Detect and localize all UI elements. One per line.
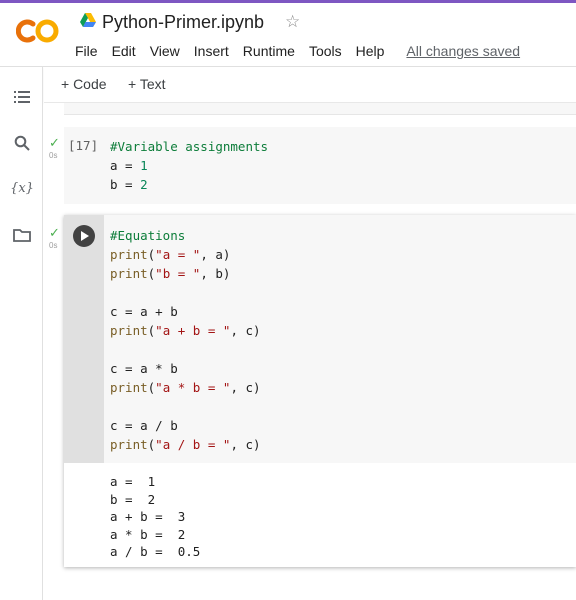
cell-duration: 0s (49, 241, 58, 250)
code-token: print (110, 247, 148, 262)
code-token: print (110, 323, 148, 338)
code-line: c = a / b (110, 416, 261, 435)
code-token: c = a + b (110, 304, 178, 319)
menu-insert[interactable]: Insert (194, 43, 236, 59)
code-token: , c) (230, 380, 261, 395)
app-header: Python-Primer.ipynb ☆ File Edit View Ins… (0, 3, 576, 67)
code-token: b = (110, 177, 141, 192)
cell-output: a = 1 b = 2 a + b = 3 a * b = 2 a / b = 0.5 (110, 473, 200, 561)
star-outline-icon[interactable]: ☆ (285, 12, 300, 32)
code-cell-focused[interactable]: #Equations print("a = ", a) print("b = ", … (64, 215, 576, 567)
code-token: #Equations (110, 228, 186, 243)
left-sidebar: {x} (0, 67, 43, 600)
check-icon: ✓ (49, 226, 60, 241)
code-line: print("a + b = ", c) (110, 321, 261, 340)
code-line: b = 2 (110, 175, 268, 194)
code-line: c = a + b (110, 302, 261, 321)
play-icon (81, 231, 89, 241)
cell-toolbar: + Code + Text (44, 67, 576, 103)
previous-cell[interactable] (64, 103, 576, 115)
code-line: print("a * b = ", c) (110, 378, 261, 397)
notebook-area: ✓ 0s [17] #Variable assignments a = 1b = … (44, 103, 576, 600)
cell-status: ✓ 0s (49, 136, 60, 160)
code-token: #Variable assignments (110, 139, 269, 154)
code-token: , a) (200, 247, 231, 262)
table-of-contents-icon[interactable] (8, 83, 36, 111)
code-token: 2 (140, 177, 148, 192)
add-text-button[interactable]: + Text (128, 76, 166, 92)
code-token: print (110, 380, 148, 395)
folder-icon[interactable] (8, 221, 36, 249)
save-status-link[interactable]: All changes saved (406, 43, 527, 59)
notebook-title[interactable]: Python-Primer.ipynb (102, 12, 264, 33)
code-line: print("a = ", a) (110, 245, 261, 264)
code-token: 1 (140, 158, 148, 173)
check-icon: ✓ (49, 136, 60, 151)
code-cell[interactable]: [17] #Variable assignments a = 1b = 2 (64, 127, 576, 204)
code-token: , c) (230, 323, 261, 338)
code-token: , b) (200, 266, 231, 281)
code-token: a = (110, 158, 141, 173)
add-code-button[interactable]: + Code (61, 76, 107, 92)
variables-icon[interactable]: {x} (8, 174, 36, 202)
code-token: "a * b = " (155, 380, 231, 395)
code-token: "b = " (155, 266, 201, 281)
google-drive-icon[interactable] (80, 13, 96, 27)
code-line: #Equations (110, 226, 261, 245)
cell-status: ✓ 0s (49, 226, 60, 250)
menu-view[interactable]: View (150, 43, 187, 59)
output-line: a * b = 2 (110, 526, 186, 542)
code-line: c = a * b (110, 359, 261, 378)
search-icon[interactable] (8, 129, 36, 157)
code-token: print (110, 437, 148, 452)
code-line: print("b = ", b) (110, 264, 261, 283)
output-line: a / b = 0.5 (110, 544, 201, 559)
run-gutter (64, 215, 104, 463)
code-editor[interactable]: #Variable assignments a = 1b = 2 (110, 137, 268, 194)
output-line: a = 1 (110, 474, 156, 489)
menu-file[interactable]: File (75, 43, 105, 59)
code-token: c = a * b (110, 361, 178, 376)
code-line: #Variable assignments (110, 137, 268, 156)
output-line: a + b = 3 (110, 509, 186, 524)
run-cell-button[interactable] (73, 225, 95, 247)
execution-count: [17] (68, 138, 99, 153)
colab-logo[interactable] (16, 17, 60, 45)
menu-edit[interactable]: Edit (112, 43, 143, 59)
code-line: print("a / b = ", c) (110, 435, 261, 454)
menu-help[interactable]: Help (356, 43, 392, 59)
menu-runtime[interactable]: Runtime (243, 43, 302, 59)
code-token: , c) (230, 437, 261, 452)
menu-bar: File Edit View Insert Runtime Tools Help… (75, 43, 534, 59)
code-token: "a = " (155, 247, 201, 262)
code-token: print (110, 266, 148, 281)
output-line: b = 2 (110, 491, 156, 507)
code-token: "a + b = " (155, 323, 231, 338)
menu-tools[interactable]: Tools (309, 43, 349, 59)
code-token: c = a / b (110, 418, 178, 433)
code-editor[interactable]: #Equations print("a = ", a) print("b = ", … (110, 226, 261, 454)
cell-duration: 0s (49, 151, 58, 160)
code-line: a = 1 (110, 156, 268, 175)
code-token: "a / b = " (155, 437, 231, 452)
